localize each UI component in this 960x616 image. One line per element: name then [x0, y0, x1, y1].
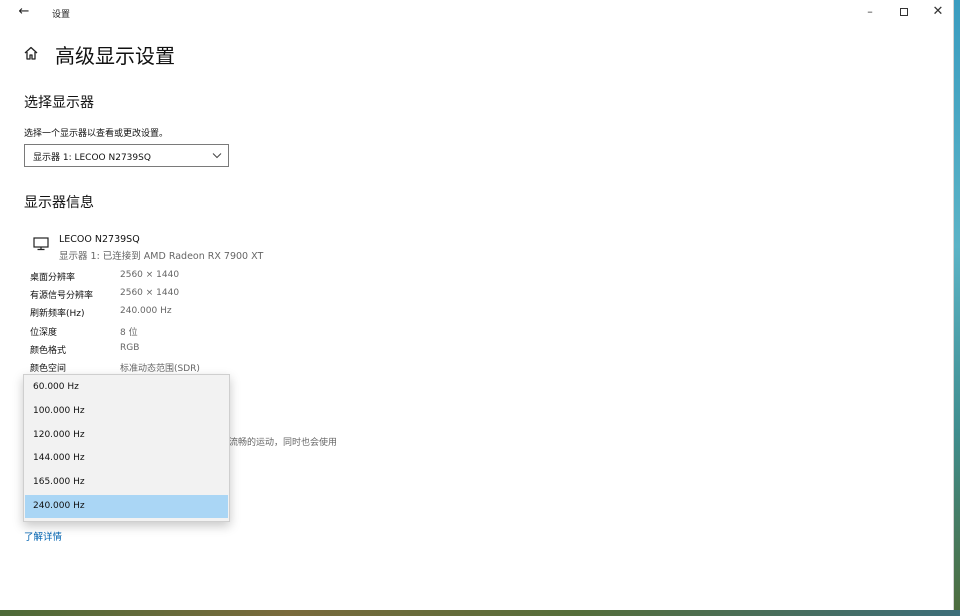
info-label: 刷新频率(Hz)	[30, 309, 85, 319]
monitor-connection: 显示器 1: 已连接到 AMD Radeon RX 7900 XT	[59, 251, 264, 262]
info-label: 桌面分辨率	[30, 273, 76, 283]
refresh-option-selected[interactable]: 240.000 Hz	[25, 495, 228, 518]
info-value: 240.000 Hz	[120, 306, 172, 316]
title-bar: ← 设置 – ✕	[0, 0, 953, 26]
refresh-option-label: 100.000 Hz	[33, 406, 85, 416]
info-row-color-format: 颜色格式 RGB	[30, 343, 370, 359]
settings-window: ← 设置 – ✕ 高级显示设置 选择显示器 选择一个显示器以查看或更改设置。 显…	[0, 0, 954, 610]
refresh-option-label: 165.000 Hz	[33, 477, 85, 487]
minimize-button[interactable]: –	[852, 2, 888, 22]
display-select[interactable]: 显示器 1: LECOO N2739SQ	[24, 144, 229, 167]
maximize-button[interactable]	[886, 2, 922, 22]
info-row-desktop-resolution: 桌面分辨率 2560 × 1440	[30, 270, 370, 286]
info-row-bit-depth: 位深度 8 位	[30, 325, 370, 341]
refresh-option[interactable]: 60.000 Hz	[25, 376, 228, 399]
refresh-option-label: 60.000 Hz	[33, 382, 79, 392]
refresh-option-label: 240.000 Hz	[33, 501, 85, 511]
back-button[interactable]: ←	[14, 3, 34, 21]
info-value: 2560 × 1440	[120, 288, 180, 298]
refresh-option[interactable]: 144.000 Hz	[25, 447, 228, 470]
info-row-active-signal-resolution: 有源信号分辨率 2560 × 1440	[30, 288, 370, 304]
select-display-heading: 选择显示器	[24, 95, 94, 111]
info-label: 有源信号分辨率	[30, 291, 94, 301]
learn-more-link[interactable]: 了解详情	[24, 529, 62, 543]
window-title: 设置	[52, 10, 71, 20]
monitor-name: LECOO N2739SQ	[59, 234, 140, 245]
home-icon[interactable]	[22, 44, 40, 62]
close-button[interactable]: ✕	[920, 2, 953, 22]
display-select-value: 显示器 1: LECOO N2739SQ	[33, 153, 151, 163]
info-value: 2560 × 1440	[120, 270, 180, 280]
desktop-background-bottom	[0, 610, 960, 616]
info-value: 标准动态范围(SDR)	[120, 364, 200, 374]
info-row-refresh-rate: 刷新频率(Hz) 240.000 Hz	[30, 306, 370, 322]
info-value: 8 位	[120, 328, 138, 338]
monitor-icon	[33, 237, 49, 251]
info-value: RGB	[120, 343, 140, 353]
chevron-down-icon	[212, 153, 222, 159]
info-label: 位深度	[30, 328, 58, 338]
refresh-option[interactable]: 120.000 Hz	[25, 424, 228, 447]
desktop-background	[954, 0, 960, 616]
refresh-rate-dropdown[interactable]: 60.000 Hz 100.000 Hz 120.000 Hz 144.000 …	[23, 374, 230, 522]
refresh-option-label: 144.000 Hz	[33, 453, 85, 463]
refresh-option-label: 120.000 Hz	[33, 430, 85, 440]
maximize-icon	[900, 8, 908, 16]
refresh-option[interactable]: 100.000 Hz	[25, 400, 228, 423]
info-label: 颜色格式	[30, 346, 67, 356]
refresh-rate-description: 流畅的运动，同时也会使用	[229, 438, 338, 448]
refresh-option[interactable]: 165.000 Hz	[25, 471, 228, 494]
info-label: 颜色空间	[30, 364, 67, 374]
display-info-heading: 显示器信息	[24, 195, 94, 211]
page-title: 高级显示设置	[55, 44, 175, 68]
select-display-hint: 选择一个显示器以查看或更改设置。	[24, 129, 169, 139]
